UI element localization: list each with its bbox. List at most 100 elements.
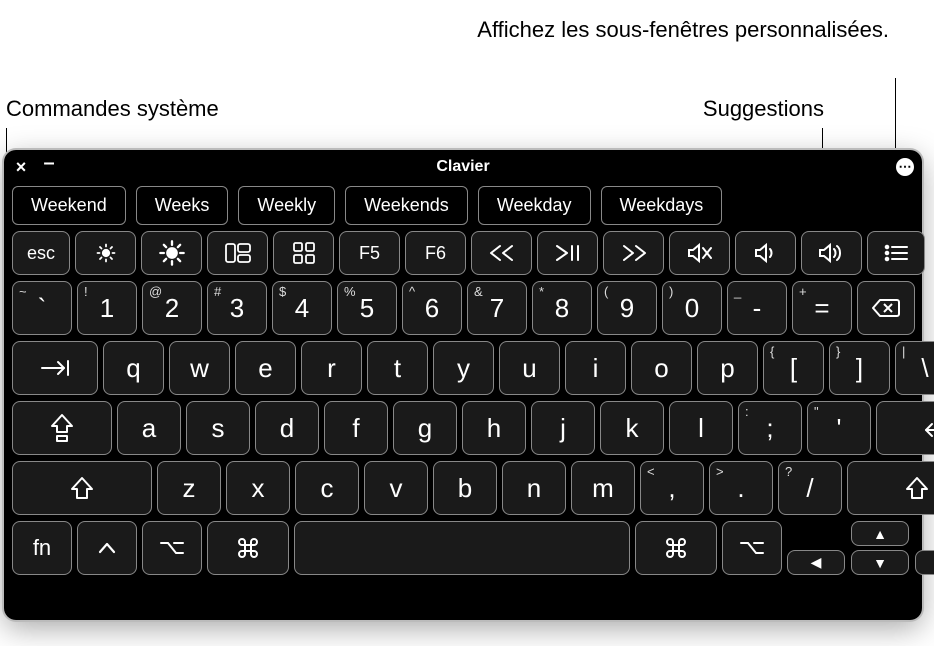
- return-icon[interactable]: [876, 401, 934, 455]
- esc-key[interactable]: esc: [12, 231, 70, 275]
- suggestion-2[interactable]: Weekly: [238, 186, 335, 225]
- letter-d-key[interactable]: d: [255, 401, 319, 455]
- delete-icon[interactable]: [857, 281, 915, 335]
- option-right-icon[interactable]: [722, 521, 782, 575]
- equals-key[interactable]: +=: [792, 281, 852, 335]
- play-pause-icon[interactable]: [537, 231, 598, 275]
- caps-lock-icon[interactable]: [12, 401, 112, 455]
- letter-u-key[interactable]: u: [499, 341, 560, 395]
- shift-right-icon[interactable]: [847, 461, 934, 515]
- key-main: ;: [766, 413, 773, 444]
- key-main: `: [38, 293, 47, 324]
- arrow-left-key[interactable]: ◀: [787, 550, 845, 575]
- letter-j-key[interactable]: j: [531, 401, 595, 455]
- control-icon[interactable]: [77, 521, 137, 575]
- tab-icon[interactable]: [12, 341, 98, 395]
- arrow-up-key[interactable]: ▲: [851, 521, 909, 546]
- digit-3-key[interactable]: #3: [207, 281, 267, 335]
- function-row: esc F5 F6: [12, 231, 914, 275]
- letter-l-key[interactable]: l: [669, 401, 733, 455]
- letter-n-key[interactable]: n: [502, 461, 566, 515]
- period-key[interactable]: >.: [709, 461, 773, 515]
- mute-icon[interactable]: [669, 231, 730, 275]
- digit-8-key[interactable]: *8: [532, 281, 592, 335]
- launchpad-icon[interactable]: [273, 231, 334, 275]
- command-left-icon[interactable]: [207, 521, 289, 575]
- callout-system: Commandes système: [6, 95, 219, 123]
- digit-6-key[interactable]: ^6: [402, 281, 462, 335]
- f5-key[interactable]: F5: [339, 231, 400, 275]
- letter-q-key[interactable]: q: [103, 341, 164, 395]
- suggestion-1[interactable]: Weeks: [136, 186, 229, 225]
- arrow-right-key[interactable]: ▶: [915, 550, 934, 575]
- letter-m-key[interactable]: m: [571, 461, 635, 515]
- volume-down-icon[interactable]: [735, 231, 796, 275]
- close-icon[interactable]: ×: [12, 158, 30, 176]
- digit-1-key[interactable]: !1: [77, 281, 137, 335]
- rbracket-key[interactable]: }]: [829, 341, 890, 395]
- key-alt: <: [647, 464, 655, 479]
- key-main: 6: [425, 293, 439, 324]
- letter-i-key[interactable]: i: [565, 341, 626, 395]
- quote-key[interactable]: "': [807, 401, 871, 455]
- ellipsis-icon[interactable]: ⋯: [896, 158, 914, 176]
- minimize-icon[interactable]: –: [40, 158, 58, 176]
- callout-panels: Affichez les sous-fenêtres personnalisée…: [469, 16, 889, 44]
- shift-left-icon[interactable]: [12, 461, 152, 515]
- digit-9-key[interactable]: (9: [597, 281, 657, 335]
- key-main: =: [814, 293, 829, 324]
- slash-key[interactable]: ?/: [778, 461, 842, 515]
- mission-control-icon[interactable]: [207, 231, 268, 275]
- backslash-key[interactable]: |\: [895, 341, 934, 395]
- digit-7-key[interactable]: &7: [467, 281, 527, 335]
- digit-4-key[interactable]: $4: [272, 281, 332, 335]
- semicolon-key[interactable]: :;: [738, 401, 802, 455]
- suggestion-5[interactable]: Weekdays: [601, 186, 723, 225]
- letter-e-key[interactable]: e: [235, 341, 296, 395]
- letter-g-key[interactable]: g: [393, 401, 457, 455]
- letter-z-key[interactable]: z: [157, 461, 221, 515]
- fn-key[interactable]: fn: [12, 521, 72, 575]
- letter-c-key[interactable]: c: [295, 461, 359, 515]
- arrow-down-key[interactable]: ▼: [851, 550, 909, 575]
- digit-0-key[interactable]: )0: [662, 281, 722, 335]
- key-alt: ^: [409, 284, 415, 299]
- rewind-icon[interactable]: [471, 231, 532, 275]
- letter-p-key[interactable]: p: [697, 341, 758, 395]
- letter-k-key[interactable]: k: [600, 401, 664, 455]
- letter-t-key[interactable]: t: [367, 341, 428, 395]
- brightness-up-icon[interactable]: [141, 231, 202, 275]
- letter-h-key[interactable]: h: [462, 401, 526, 455]
- suggestion-4[interactable]: Weekday: [478, 186, 591, 225]
- letter-b-key[interactable]: b: [433, 461, 497, 515]
- minus-key[interactable]: _-: [727, 281, 787, 335]
- digit-5-key[interactable]: %5: [337, 281, 397, 335]
- letter-x-key[interactable]: x: [226, 461, 290, 515]
- backtick-key[interactable]: ~ `: [12, 281, 72, 335]
- suggestion-0[interactable]: Weekend: [12, 186, 126, 225]
- key-alt: |: [902, 344, 905, 359]
- digit-2-key[interactable]: @2: [142, 281, 202, 335]
- brightness-down-icon[interactable]: [75, 231, 136, 275]
- comma-key[interactable]: <,: [640, 461, 704, 515]
- key-alt: }: [836, 344, 840, 359]
- key-alt: %: [344, 284, 356, 299]
- letter-y-key[interactable]: y: [433, 341, 494, 395]
- letter-s-key[interactable]: s: [186, 401, 250, 455]
- spacebar-key[interactable]: [294, 521, 630, 575]
- command-right-icon[interactable]: [635, 521, 717, 575]
- option-left-icon[interactable]: [142, 521, 202, 575]
- f6-key[interactable]: F6: [405, 231, 466, 275]
- suggestion-3[interactable]: Weekends: [345, 186, 468, 225]
- letter-o-key[interactable]: o: [631, 341, 692, 395]
- letter-v-key[interactable]: v: [364, 461, 428, 515]
- letter-a-key[interactable]: a: [117, 401, 181, 455]
- letter-r-key[interactable]: r: [301, 341, 362, 395]
- volume-up-icon[interactable]: [801, 231, 862, 275]
- letter-w-key[interactable]: w: [169, 341, 230, 395]
- fast-forward-icon[interactable]: [603, 231, 664, 275]
- key-alt: ": [814, 404, 819, 419]
- list-icon[interactable]: [867, 231, 925, 275]
- letter-f-key[interactable]: f: [324, 401, 388, 455]
- lbracket-key[interactable]: {[: [763, 341, 824, 395]
